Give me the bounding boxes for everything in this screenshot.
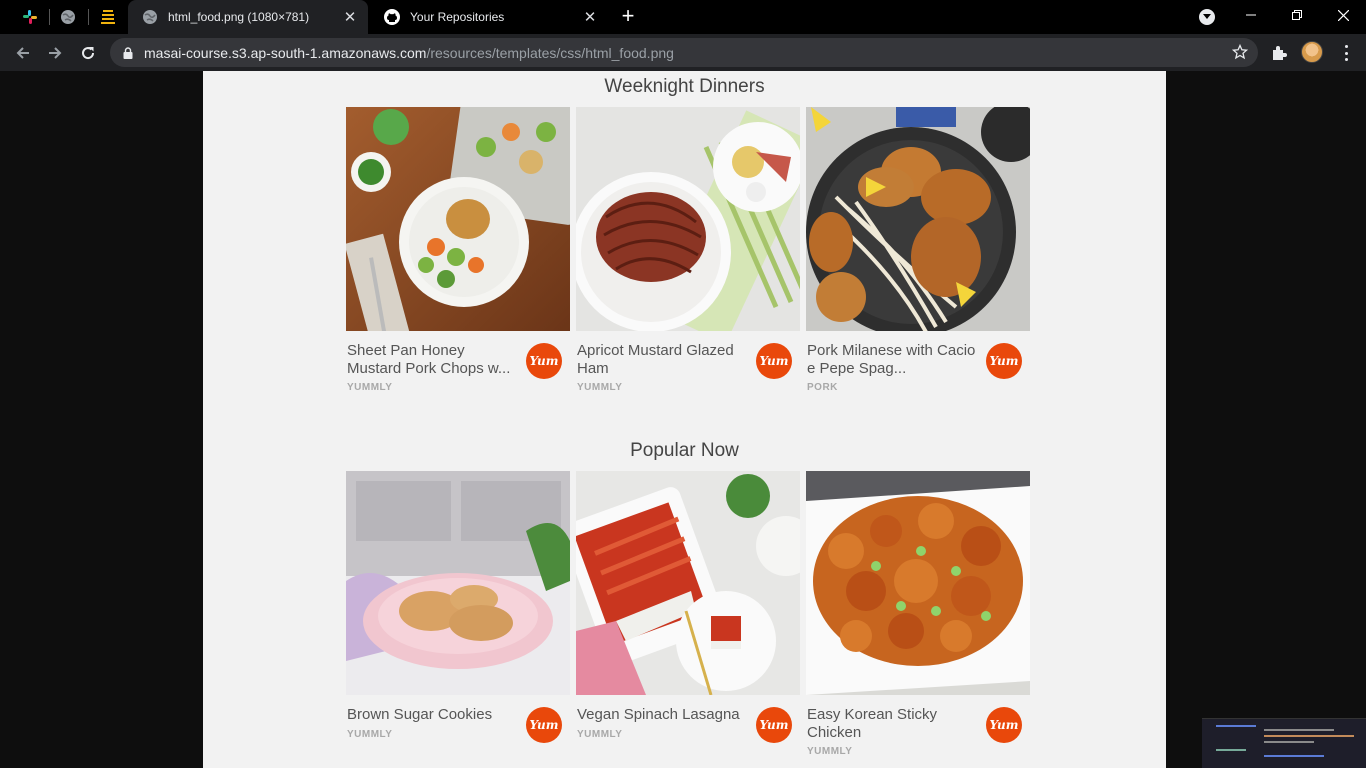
tab-strip: html_food.png (1080×781) ✕ Your Reposito…	[0, 0, 1366, 34]
yum-button[interactable]: Yum	[756, 707, 792, 743]
arrow-right-icon	[49, 47, 62, 59]
tab-search-button[interactable]	[1199, 9, 1215, 25]
browser-toolbar: masai-course.s3.ap-south-1.amazonaws.com…	[0, 34, 1366, 71]
recipe-card[interactable]: Sheet Pan Honey Mustard Pork Chops w... …	[346, 107, 570, 407]
recipe-source: YUMMLY	[807, 746, 853, 757]
yum-button[interactable]: Yum	[526, 707, 562, 743]
recipe-name[interactable]: Apricot Mustard Glazed Ham	[577, 342, 749, 378]
recipe-name[interactable]: Sheet Pan Honey Mustard Pork Chops w...	[347, 342, 519, 378]
recipe-image[interactable]	[576, 107, 800, 331]
recipe-card[interactable]: Pork Milanese with Cacio e Pepe Spag... …	[806, 107, 1030, 407]
close-window-button[interactable]	[1320, 0, 1366, 30]
globe-icon	[143, 10, 157, 24]
recipe-source: PORK	[807, 382, 838, 393]
close-tab-icon[interactable]: ✕	[582, 9, 598, 26]
reload-icon	[82, 47, 95, 60]
page-viewport: Weeknight Dinners Sheet Pan Honey Mustar…	[0, 71, 1366, 768]
section-title: Weeknight Dinners	[604, 76, 765, 97]
recipe-source: YUMMLY	[577, 382, 623, 393]
pinned-tab-app[interactable]	[89, 0, 127, 34]
address-bar[interactable]: masai-course.s3.ap-south-1.amazonaws.com…	[110, 38, 1258, 67]
tab-your-repositories[interactable]: Your Repositories ✕	[370, 0, 608, 34]
recipe-source: YUMMLY	[347, 382, 393, 393]
minimize-button[interactable]	[1228, 0, 1274, 30]
recipe-grid: Sheet Pan Honey Mustard Pork Chops w... …	[346, 107, 1036, 407]
section-title: Popular Now	[630, 440, 739, 461]
editor-preview-thumbnail[interactable]	[1202, 718, 1366, 768]
url-text[interactable]: masai-course.s3.ap-south-1.amazonaws.com…	[144, 45, 674, 61]
new-tab-button[interactable]: +	[616, 5, 640, 29]
yum-button[interactable]: Yum	[986, 707, 1022, 743]
restore-button[interactable]	[1274, 0, 1320, 30]
close-icon	[1337, 9, 1349, 21]
recipe-source: YUMMLY	[577, 729, 623, 740]
recipe-name[interactable]: Easy Korean Sticky Chicken	[807, 706, 979, 742]
url-host: masai-course.s3.ap-south-1.amazonaws.com	[144, 44, 427, 61]
recipe-name[interactable]: Vegan Spinach Lasagna	[577, 706, 749, 724]
minimize-icon	[1246, 14, 1256, 16]
recipe-card[interactable]: Brown Sugar Cookies YUMMLY Yum	[346, 471, 570, 768]
pinned-tab-slack[interactable]	[11, 0, 49, 34]
url-path: /resources/templates/css/html_food.png	[426, 44, 674, 61]
recipe-card[interactable]: Vegan Spinach Lasagna YUMMLY Yum	[576, 471, 800, 768]
recipe-image[interactable]	[806, 471, 1030, 695]
profile-avatar[interactable]	[1301, 41, 1323, 63]
forward-button[interactable]	[42, 40, 68, 66]
recipe-name[interactable]: Brown Sugar Cookies	[347, 706, 519, 724]
stack-icon	[101, 10, 115, 24]
chevron-down-icon	[1203, 14, 1211, 19]
recipe-card[interactable]: Apricot Mustard Glazed Ham YUMMLY Yum	[576, 107, 800, 407]
close-tab-icon[interactable]: ✕	[342, 9, 358, 26]
lock-icon[interactable]	[121, 46, 135, 60]
food-image-page: Weeknight Dinners Sheet Pan Honey Mustar…	[203, 71, 1166, 768]
github-icon	[384, 9, 400, 25]
reload-button[interactable]	[75, 40, 101, 66]
recipe-image[interactable]	[806, 107, 1030, 331]
recipe-image[interactable]	[346, 107, 570, 331]
bookmark-star-icon[interactable]	[1232, 44, 1248, 60]
yum-button[interactable]: Yum	[986, 343, 1022, 379]
yum-button[interactable]: Yum	[526, 343, 562, 379]
arrow-left-icon	[16, 47, 29, 59]
restore-icon	[1292, 10, 1302, 20]
recipe-image[interactable]	[346, 471, 570, 695]
back-button[interactable]	[10, 40, 36, 66]
slack-icon	[23, 10, 37, 24]
recipe-source: YUMMLY	[347, 729, 393, 740]
tab-title: html_food.png (1080×781)	[168, 10, 310, 24]
recipe-name[interactable]: Pork Milanese with Cacio e Pepe Spag...	[807, 342, 979, 378]
tab-html-food[interactable]: html_food.png (1080×781) ✕	[128, 0, 368, 34]
pinned-tab-globe[interactable]	[49, 0, 87, 34]
browser-menu-icon[interactable]	[1336, 43, 1356, 63]
tab-title: Your Repositories	[410, 10, 505, 24]
globe-icon	[61, 10, 75, 24]
recipe-card[interactable]: Easy Korean Sticky Chicken YUMMLY Yum	[806, 471, 1030, 768]
extensions-puzzle-icon[interactable]	[1270, 44, 1288, 62]
yum-button[interactable]: Yum	[756, 343, 792, 379]
recipe-grid: Brown Sugar Cookies YUMMLY Yum Vegan Spi…	[346, 471, 1036, 768]
recipe-image[interactable]	[576, 471, 800, 695]
